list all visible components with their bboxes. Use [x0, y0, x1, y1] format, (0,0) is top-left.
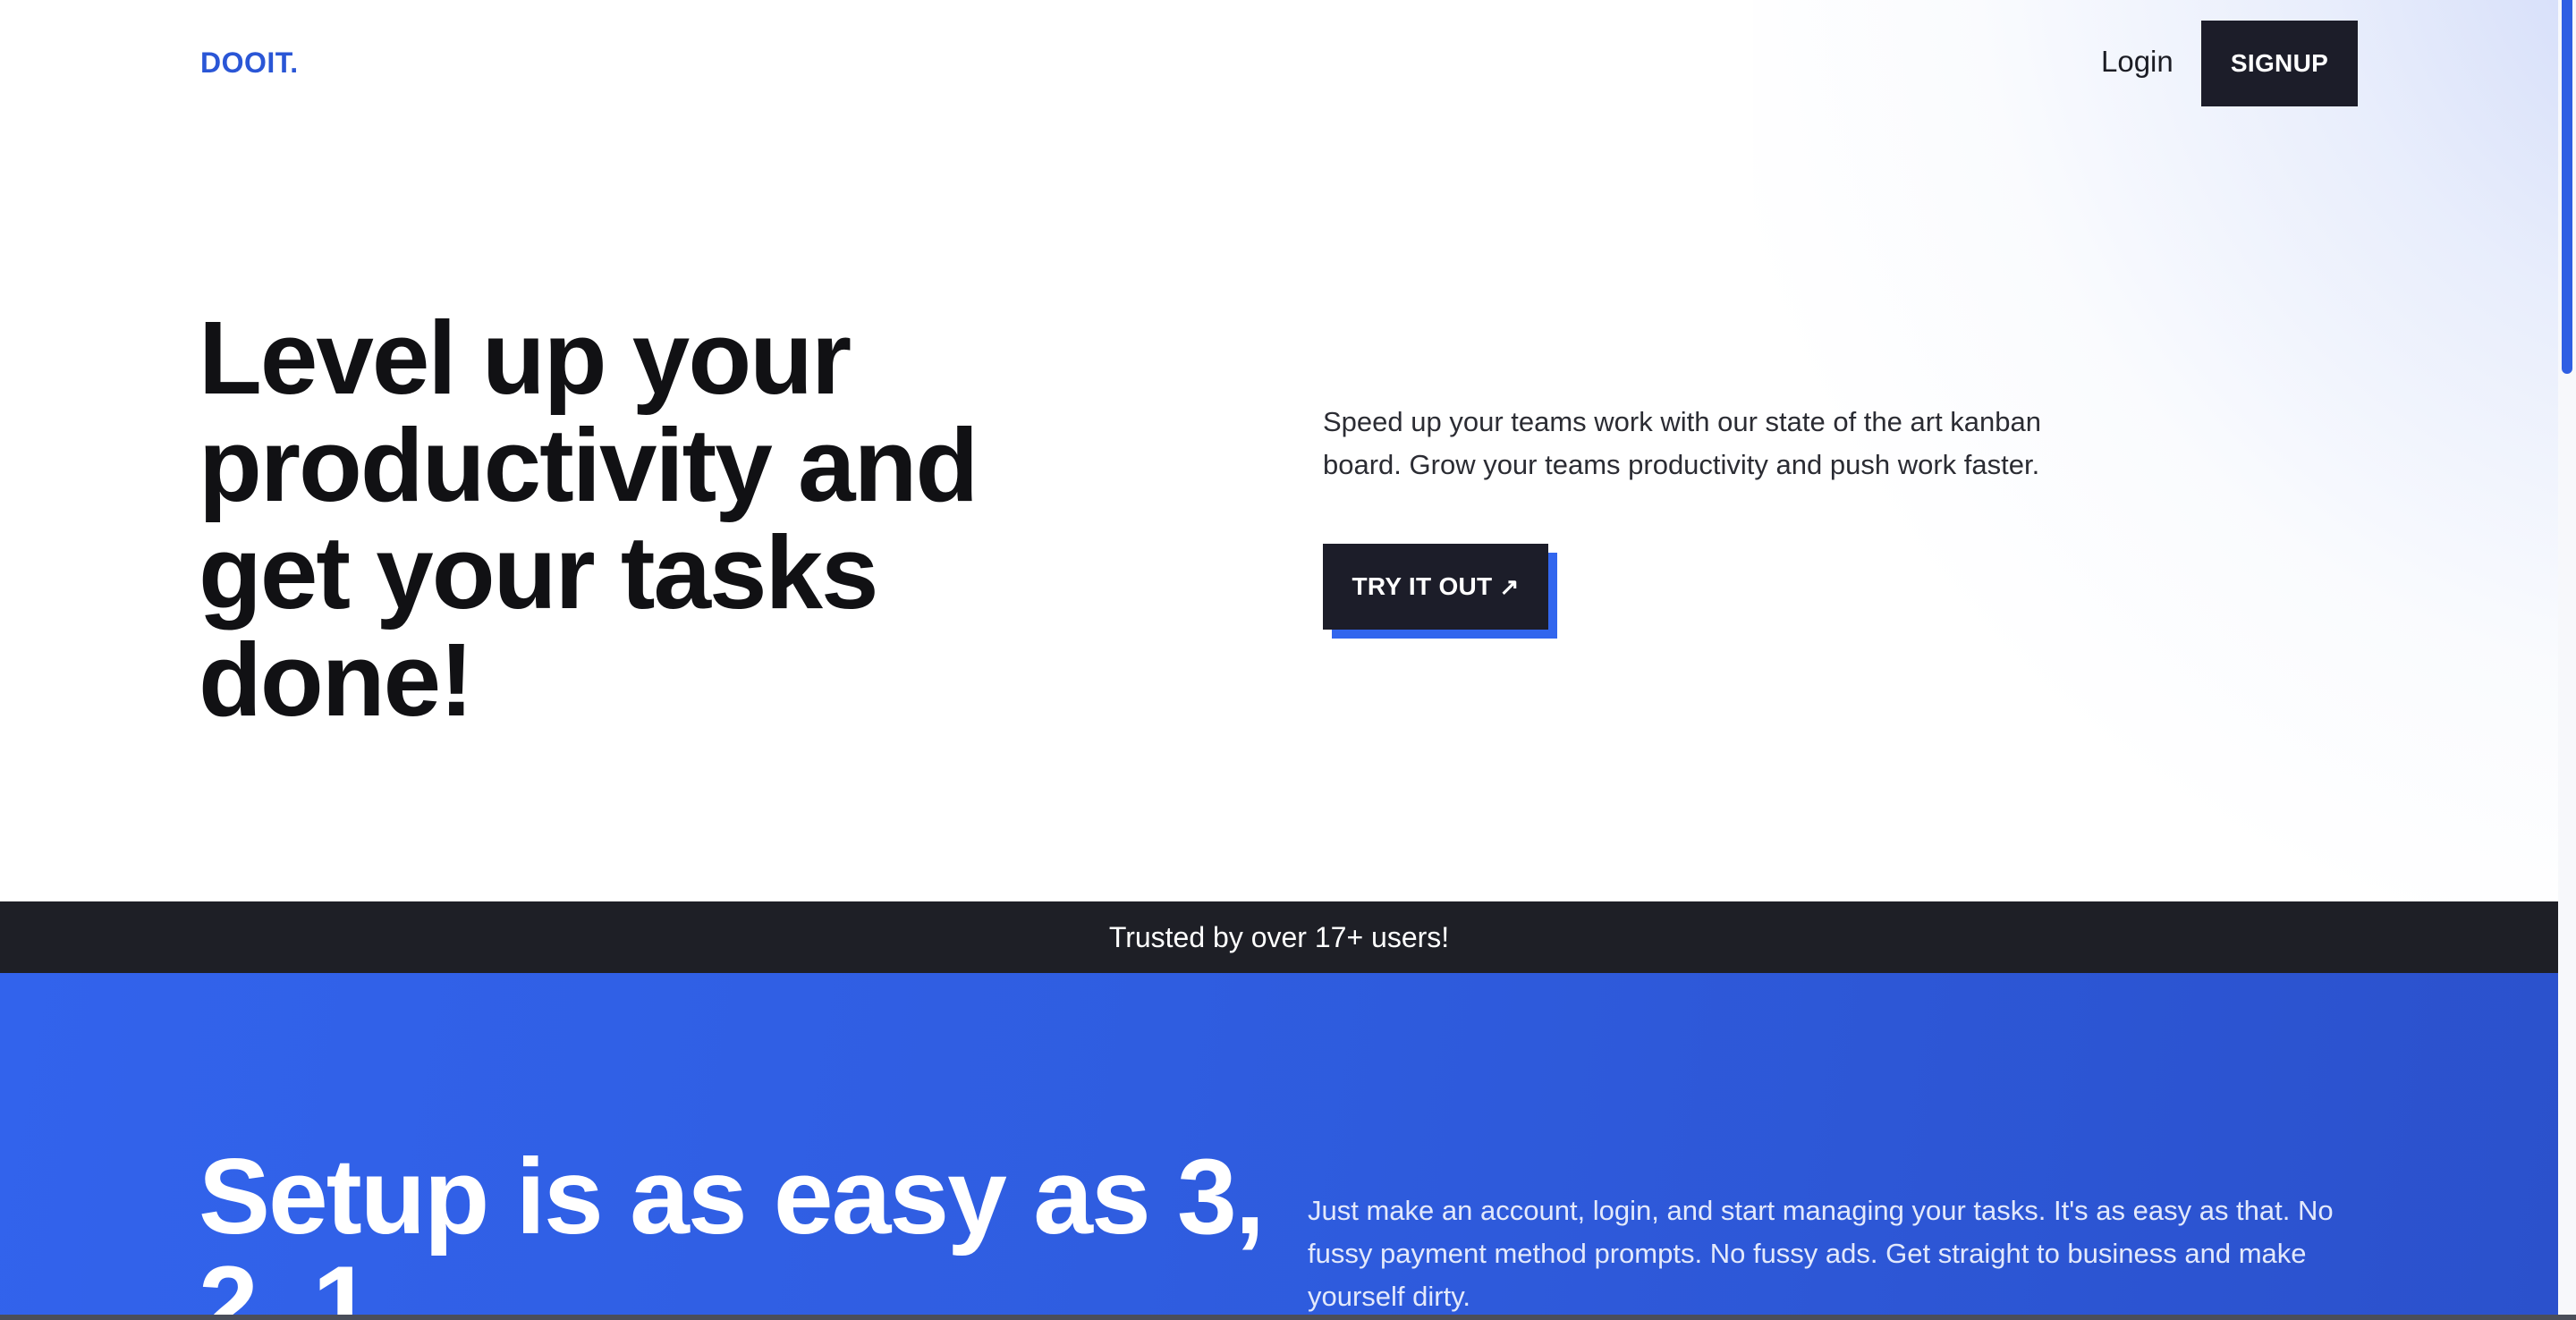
- signup-button[interactable]: SIGNUP: [2201, 21, 2358, 106]
- trusted-banner: Trusted by over 17+ users!: [0, 901, 2558, 973]
- hero-description: Speed up your teams work with our state …: [1323, 406, 2042, 480]
- trusted-text: Trusted by over 17+ users!: [1108, 920, 1450, 953]
- window-bottom-edge: [0, 1315, 2576, 1320]
- try-it-out-button[interactable]: TRY IT OUT ↗: [1323, 544, 1548, 630]
- landing-page: DOOIT. Login SIGNUP Level up your produc…: [0, 0, 2576, 1320]
- arrow-up-right-icon: ↗: [1499, 573, 1520, 600]
- try-it-out-wrapper: TRY IT OUT ↗: [1323, 544, 1557, 640]
- hero-title: Level up your productivity and get your …: [199, 300, 979, 738]
- setup-section: Setup is as easy as 3, 2, 1 Just make an…: [0, 973, 2558, 1320]
- try-it-out-label: TRY IT OUT: [1352, 572, 1493, 600]
- setup-title: Setup is as easy as 3, 2, 1: [199, 1137, 1265, 1320]
- logo[interactable]: DOOIT.: [200, 47, 299, 80]
- setup-description: Just make an account, login, and start m…: [1308, 1195, 2334, 1312]
- scrollbar-thumb[interactable]: [2562, 0, 2572, 374]
- login-link[interactable]: Login: [2101, 45, 2174, 79]
